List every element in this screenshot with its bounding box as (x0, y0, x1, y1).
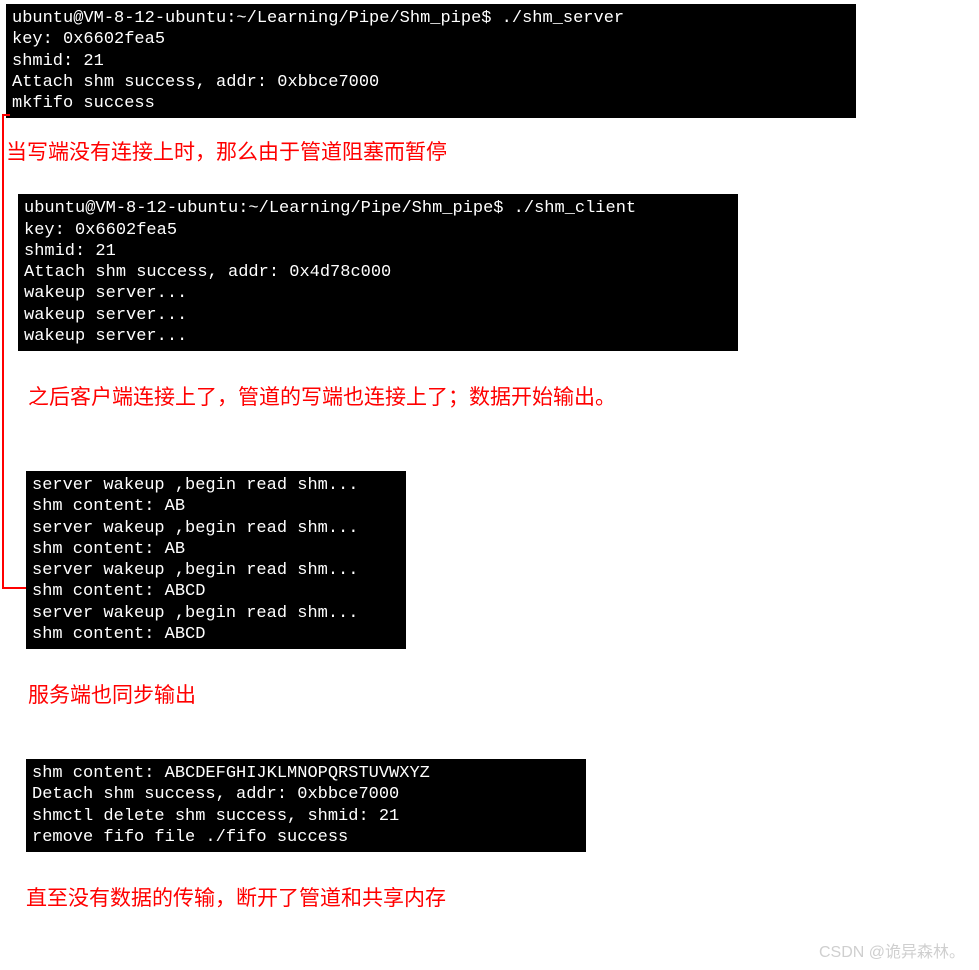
annotation-1: 当写端没有连接上时，那么由于管道阻塞而暂停 (6, 136, 979, 166)
watermark: CSDN @诡异森林。 (819, 938, 965, 962)
connector-top (2, 114, 10, 116)
annotation-4: 直至没有数据的传输，断开了管道和共享内存 (26, 882, 979, 912)
annotation-3: 服务端也同步输出 (28, 679, 979, 709)
vertical-connector (2, 114, 4, 589)
terminal-server-start: ubuntu@VM-8-12-ubuntu:~/Learning/Pipe/Sh… (6, 4, 856, 118)
annotation-2: 之后客户端连接上了，管道的写端也连接上了；数据开始输出。 (28, 381, 979, 411)
connector-bottom (2, 587, 26, 589)
terminal-server-read: server wakeup ,begin read shm... shm con… (26, 471, 406, 649)
terminal-server-end: shm content: ABCDEFGHIJKLMNOPQRSTUVWXYZ … (26, 759, 586, 852)
terminal-client-start: ubuntu@VM-8-12-ubuntu:~/Learning/Pipe/Sh… (18, 194, 738, 351)
